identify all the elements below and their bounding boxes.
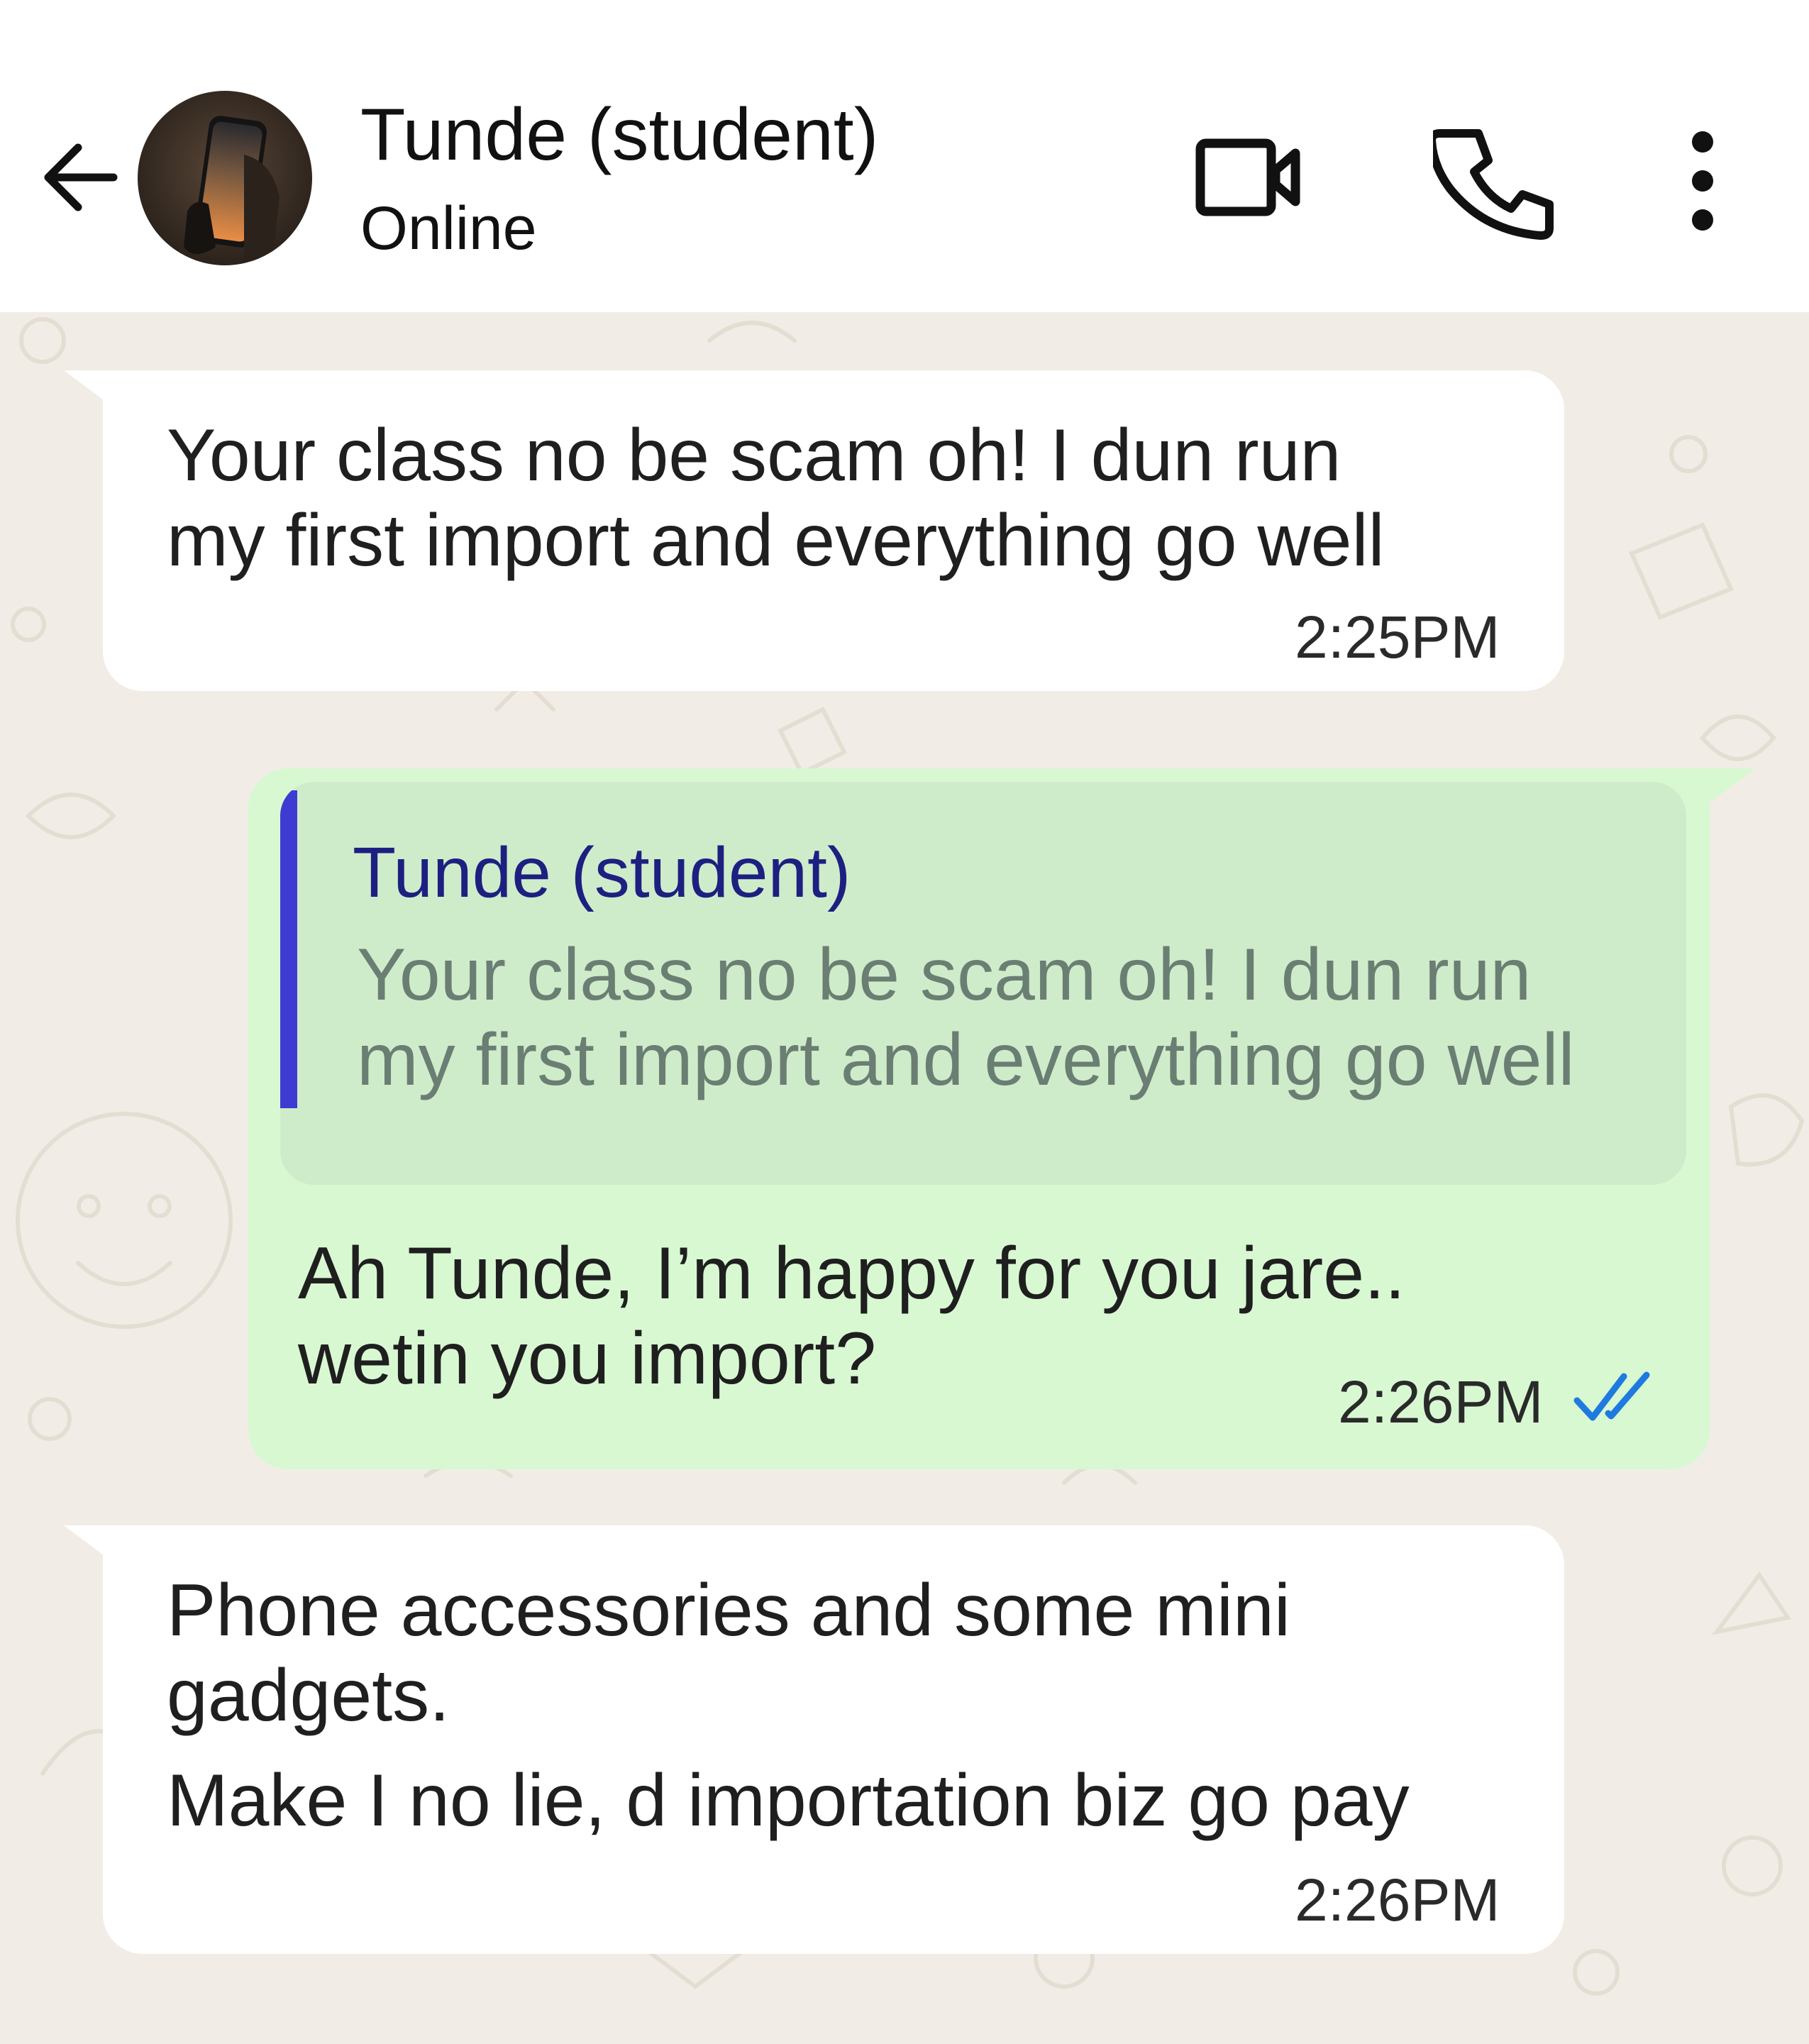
more-vert-icon[interactable] <box>1674 128 1731 234</box>
phone-icon[interactable] <box>1433 121 1561 241</box>
message-text-line: wetin you import? <box>298 1317 877 1400</box>
quoted-text-line: my first import and everything go well <box>357 1019 1575 1101</box>
message-bubble-incoming[interactable]: Phone accessories and some mini gadgets.… <box>103 1525 1564 1954</box>
message-time: 2:25PM <box>1295 604 1500 670</box>
message-time: 2:26PM <box>1338 1369 1544 1435</box>
back-arrow-icon[interactable] <box>37 135 122 220</box>
message-text-line: my first import and everything go well <box>167 499 1385 582</box>
video-call-icon[interactable] <box>1192 128 1305 227</box>
message-text-line: gadgets. <box>167 1654 450 1737</box>
message-text-line: Ah Tunde, I’m happy for you jare.. <box>298 1232 1405 1315</box>
contact-name[interactable]: Tunde (student) <box>360 92 878 177</box>
message-time: 2:26PM <box>1295 1867 1500 1933</box>
message-bubble-incoming[interactable]: Your class no be scam oh! I dun run my f… <box>103 370 1564 691</box>
contact-status: Online <box>360 194 537 263</box>
quoted-message[interactable]: Tunde (student) Your class no be scam oh… <box>280 782 1686 1185</box>
message-text-line: Phone accessories and some mini <box>167 1569 1290 1652</box>
double-check-read-icon <box>1573 1371 1650 1421</box>
avatar-image <box>138 91 312 265</box>
quoted-sender-name: Tunde (student) <box>353 833 851 912</box>
quote-accent-bar <box>280 790 297 1108</box>
quoted-text-line: Your class no be scam oh! I dun run <box>357 934 1532 1016</box>
message-text-line: Make I no lie, d importation biz go pay <box>167 1760 1410 1842</box>
message-text-line: Your class no be scam oh! I dun run <box>167 414 1341 497</box>
avatar[interactable] <box>138 91 312 265</box>
chat-header: Tunde (student) Online <box>0 0 1809 312</box>
